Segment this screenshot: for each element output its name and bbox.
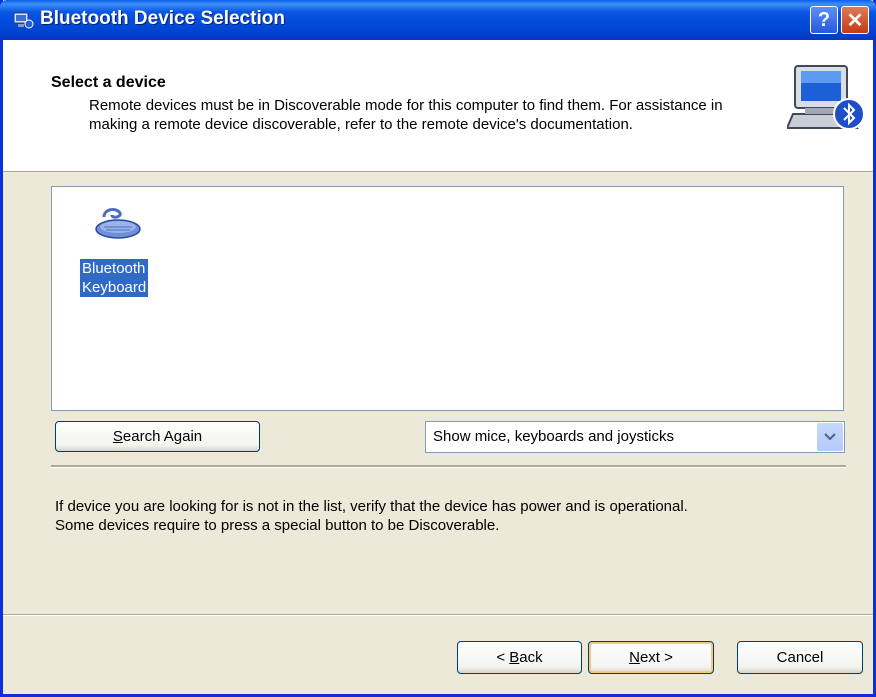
back-prefix: < xyxy=(496,649,510,666)
window-title: Bluetooth Device Selection xyxy=(40,8,285,29)
help-button[interactable]: ? xyxy=(810,6,838,34)
bluetooth-wizard-icon xyxy=(13,12,34,29)
wizard-header: Select a device Remote devices must be i… xyxy=(3,40,873,172)
page-description: Remote devices must be in Discoverable m… xyxy=(89,97,723,133)
device-label-line1: Bluetooth xyxy=(82,260,146,277)
back-accelerator: B xyxy=(509,649,520,666)
device-filter-dropdown[interactable]: Show mice, keyboards and joysticks xyxy=(425,421,845,453)
close-button[interactable]: ✕ xyxy=(841,6,869,34)
device-filter-value: Show mice, keyboards and joysticks xyxy=(433,428,674,445)
dropdown-arrow-button[interactable] xyxy=(817,423,843,451)
cancel-button[interactable]: Cancel xyxy=(737,641,863,674)
next-label: ext > xyxy=(639,649,673,666)
help-text-line1: If device you are looking for is not in … xyxy=(55,498,688,515)
footer-divider xyxy=(3,614,873,616)
keyboard-icon xyxy=(95,208,141,239)
search-again-accelerator: S xyxy=(112,428,123,445)
title-bar[interactable]: Bluetooth Device Selection ? ✕ xyxy=(0,0,876,40)
search-again-button[interactable]: Search Again xyxy=(55,421,260,452)
search-again-label: earch Again xyxy=(122,428,203,445)
bluetooth-computer-icon xyxy=(787,65,865,130)
back-label: ack xyxy=(519,649,543,666)
help-text: If device you are looking for is not in … xyxy=(55,497,865,535)
device-label: Bluetooth Keyboard xyxy=(80,259,149,297)
next-accelerator: N xyxy=(629,649,640,666)
help-text-line2: Some devices require to press a special … xyxy=(55,517,500,534)
device-list[interactable]: Bluetooth Keyboard xyxy=(51,186,844,411)
bluetooth-device-selection-window: Bluetooth Device Selection ? ✕ Select a … xyxy=(0,0,876,697)
next-button[interactable]: Next > xyxy=(588,641,714,674)
chevron-down-icon xyxy=(824,433,836,441)
back-button[interactable]: < Back xyxy=(457,641,582,674)
device-label-line2: Keyboard xyxy=(82,279,147,296)
page-title: Select a device xyxy=(51,74,166,91)
divider xyxy=(51,465,846,468)
